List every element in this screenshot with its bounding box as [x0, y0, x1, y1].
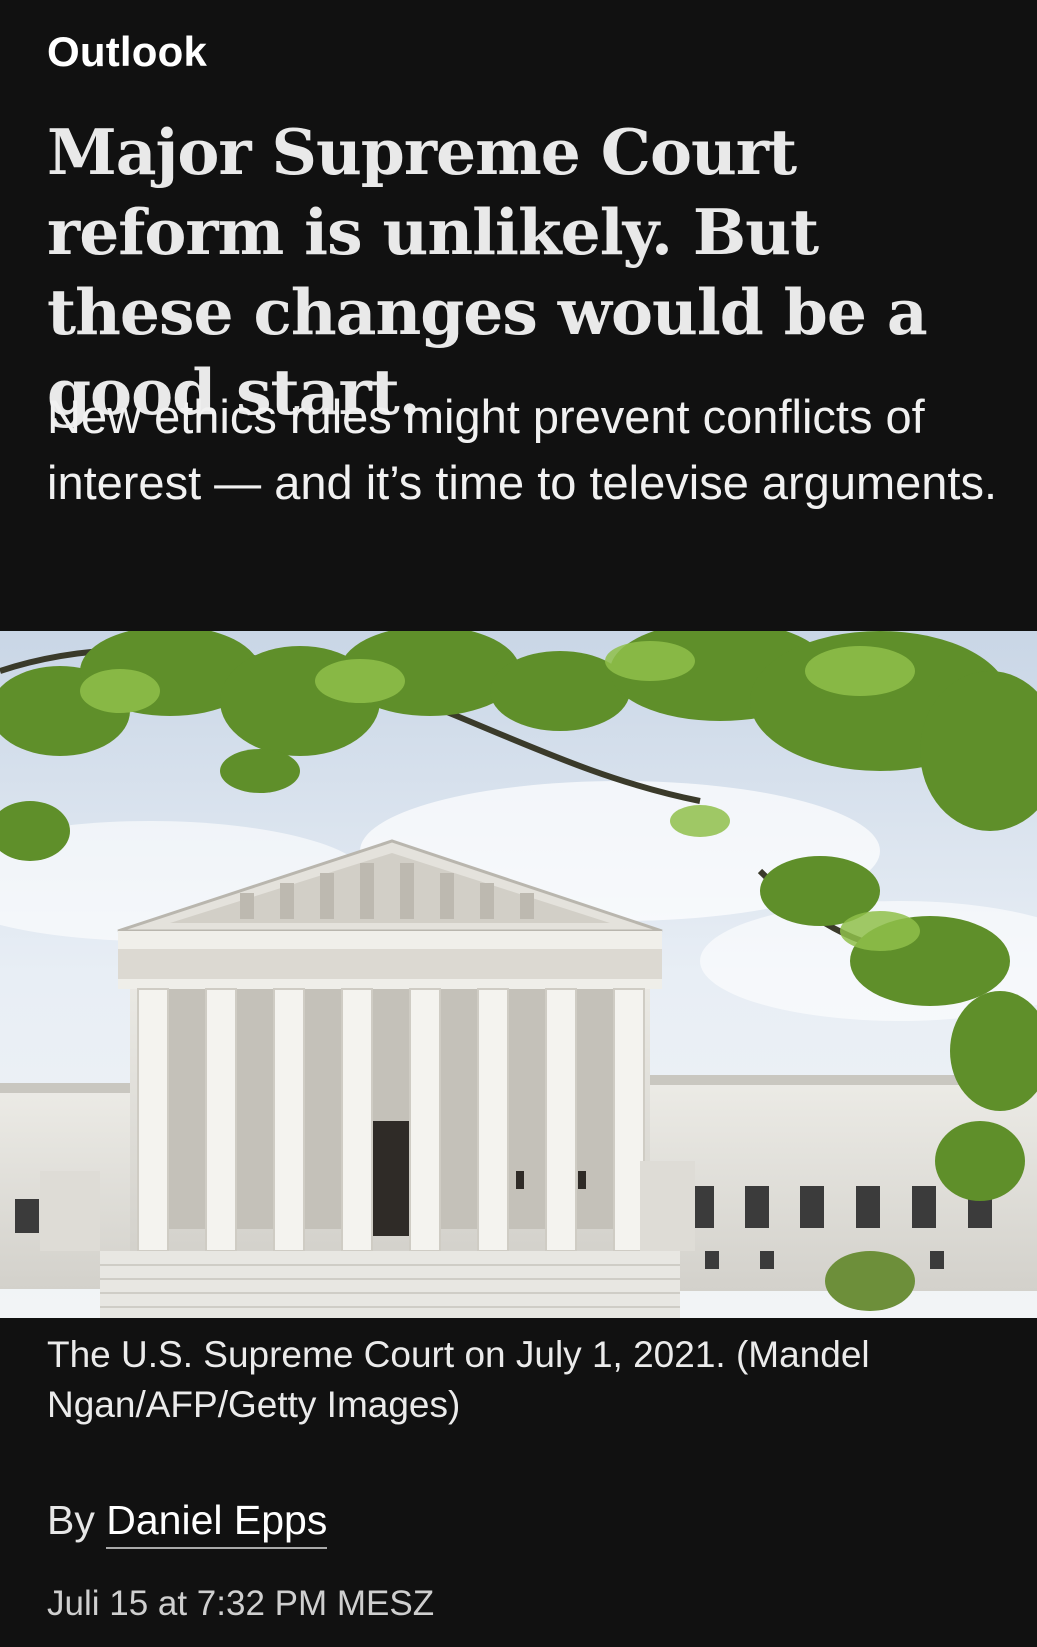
article-dek: New ethics rules might prevent conflicts…	[47, 390, 998, 509]
byline: By Daniel Epps	[47, 1497, 328, 1549]
publish-timestamp: Juli 15 at 7:32 PM MESZ	[47, 1584, 435, 1623]
byline-prefix: By	[47, 1497, 95, 1543]
section-label[interactable]: Outlook	[47, 28, 207, 76]
article-photo	[0, 631, 1037, 1318]
author-link[interactable]: Daniel Epps	[106, 1497, 328, 1549]
image-caption: The U.S. Supreme Court on July 1, 2021. …	[47, 1334, 870, 1425]
